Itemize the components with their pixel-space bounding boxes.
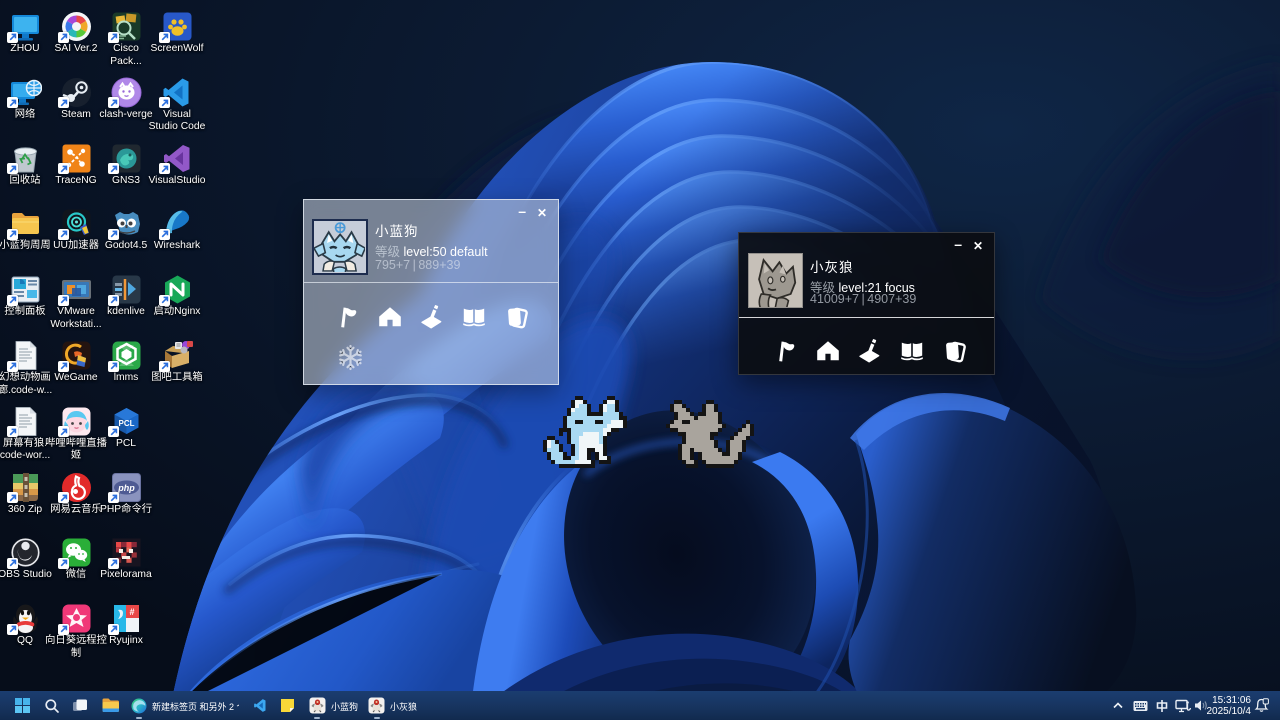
svg-text:PCL: PCL bbox=[118, 419, 134, 428]
svg-text:#: # bbox=[129, 607, 134, 617]
svg-text:php: php bbox=[117, 483, 135, 493]
